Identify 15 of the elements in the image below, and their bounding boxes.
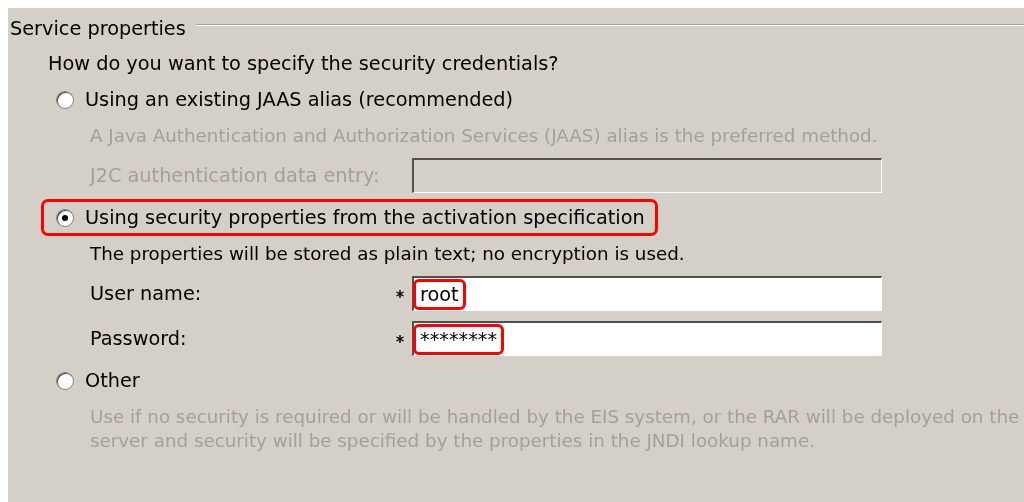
highlighted-radio-option[interactable]: Using security properties from the activation specification xyxy=(41,199,658,236)
field-label: Password: xyxy=(90,327,188,350)
field-value: root xyxy=(413,278,466,310)
radio-button[interactable] xyxy=(56,208,74,227)
field-value: ******** xyxy=(413,323,505,355)
radio-button[interactable] xyxy=(56,90,74,109)
radio-option[interactable]: Using an existing JAAS alias (recommended) xyxy=(41,81,527,118)
group-title: Service properties xyxy=(10,16,186,40)
question-text: How do you want to specify the security credentials? xyxy=(48,52,560,75)
input-field[interactable] xyxy=(412,158,882,193)
field-label: User name: xyxy=(90,282,203,305)
input-field[interactable]: ******** xyxy=(412,321,882,356)
input-field[interactable]: root xyxy=(412,276,882,311)
option-description: The properties will be stored as plain text; no encryption is used. xyxy=(90,242,686,266)
radio-option[interactable]: Other xyxy=(41,362,153,399)
